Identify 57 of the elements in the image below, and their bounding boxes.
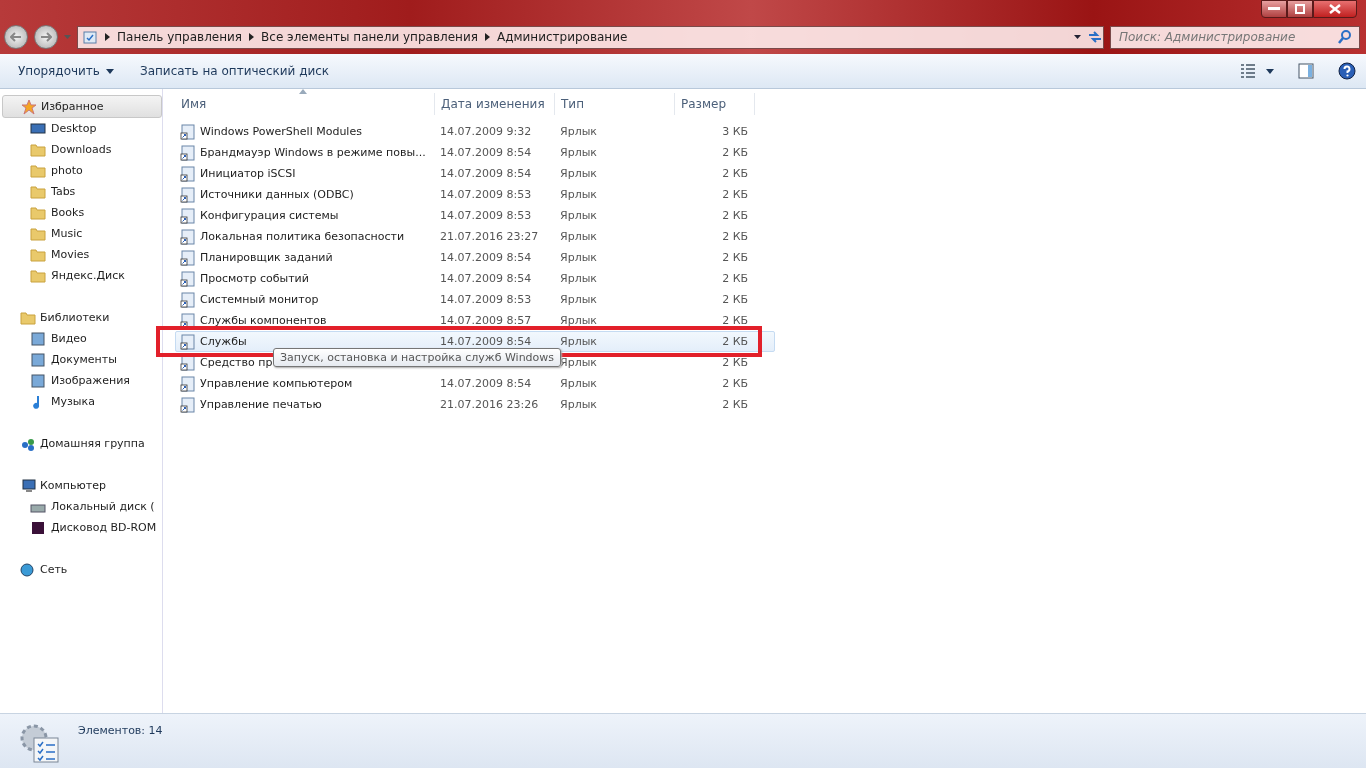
size-cell-text: 2 КБ	[721, 293, 748, 306]
file-name: Брандмауэр Windows в режиме повы...	[200, 146, 426, 159]
tooltip: Запуск, остановка и настройка служб Windows	[273, 348, 562, 367]
date-cell-text: 14.07.2009 8:54	[439, 251, 533, 264]
size-cell-text: 2 КБ	[721, 335, 748, 348]
size-cell-text: 2 КБ	[721, 377, 748, 390]
size-cell-text: 3 КБ	[721, 125, 748, 138]
date-cell-text: 21.07.2016 23:27	[439, 230, 540, 243]
type-cell-text: Ярлык	[559, 314, 598, 327]
file-name: Windows PowerShell Modules	[200, 125, 362, 138]
type-cell-text: Ярлык	[559, 335, 598, 348]
file-name: Управление компьютером	[200, 377, 353, 390]
type-cell-text: Ярлык	[559, 230, 598, 243]
type-cell-text: Ярлык	[559, 377, 598, 390]
type-cell-text: Ярлык	[559, 209, 598, 222]
date-cell-text: 14.07.2009 8:53	[439, 209, 533, 222]
size-cell-text: 2 КБ	[721, 272, 748, 285]
file-name: Управление печатью	[200, 398, 322, 411]
date-cell-text: 14.07.2009 9:32	[439, 125, 533, 138]
date-cell-text: 14.07.2009 8:53	[439, 293, 533, 306]
size-cell-text: 2 КБ	[721, 314, 748, 327]
type-cell-text: Ярлык	[559, 272, 598, 285]
date-cell-text: 14.07.2009 8:53	[439, 188, 533, 201]
file-name: Службы	[200, 335, 247, 348]
type-cell-text: Ярлык	[559, 167, 598, 180]
size-cell-text: 2 КБ	[721, 398, 748, 411]
file-name: Источники данных (ODBC)	[200, 188, 354, 201]
size-cell-text: 2 КБ	[721, 188, 748, 201]
date-cell-text: 14.07.2009 8:54	[439, 377, 533, 390]
file-name: Системный монитор	[200, 293, 319, 306]
size-cell-text: 2 КБ	[721, 146, 748, 159]
type-cell-text: Ярлык	[559, 188, 598, 201]
size-cell-text: 2 КБ	[721, 209, 748, 222]
date-cell-text: 14.07.2009 8:54	[439, 335, 533, 348]
size-cell-text: 2 КБ	[721, 356, 748, 369]
file-name: Службы компонентов	[200, 314, 327, 327]
file-name: Локальная политика безопасности	[200, 230, 405, 243]
type-cell-text: Ярлык	[559, 251, 598, 264]
size-cell-text: 2 КБ	[721, 230, 748, 243]
file-name: Конфигурация системы	[200, 209, 339, 222]
file-name: Инициатор iSCSI	[200, 167, 296, 180]
date-cell-text: 14.07.2009 8:54	[439, 146, 533, 159]
type-cell-text: Ярлык	[559, 398, 598, 411]
date-cell-text: 14.07.2009 8:57	[439, 314, 533, 327]
file-name: Средство пр	[200, 356, 273, 369]
date-cell-text: 21.07.2016 23:26	[439, 398, 540, 411]
type-cell-text: Ярлык	[559, 125, 598, 138]
size-cell-text: 2 КБ	[721, 167, 748, 180]
date-cell-text: 14.07.2009 8:54	[439, 272, 533, 285]
size-cell-text: 2 КБ	[721, 251, 748, 264]
type-cell-text: Ярлык	[559, 293, 598, 306]
type-cell-text: Ярлык	[559, 356, 598, 369]
file-name: Планировщик заданий	[200, 251, 333, 264]
type-cell-text: Ярлык	[559, 146, 598, 159]
item-count: Элементов: 14	[78, 724, 163, 737]
date-cell-text: 14.07.2009 8:54	[439, 167, 533, 180]
file-name: Просмотр событий	[200, 272, 309, 285]
